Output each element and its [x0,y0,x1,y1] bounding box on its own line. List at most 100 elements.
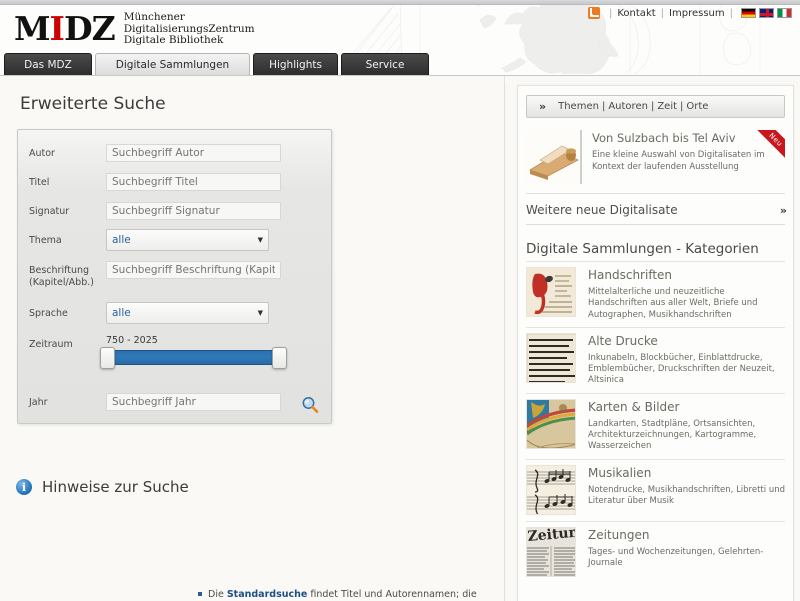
site-header: MIDZ Münchener DigitalisierungsZentrum D… [0,0,800,84]
field-row-zeitraum: Zeitraum 750 - 2025 [18,335,333,369]
category-body: Handschriften Mittelalterliche und neuze… [576,267,785,321]
mdz-logo[interactable]: MIDZ Münchener DigitalisierungsZentrum D… [14,11,255,47]
select-thema-value: alle [112,234,131,246]
category-row-zeitungen[interactable]: Zeitun Zeitungen Tages- und Wochenzeitun… [526,520,785,583]
search-magnifier-icon[interactable] [301,396,319,414]
utility-bar: | Kontakt | Impressum | [588,7,792,19]
logo-letter-m: M [14,9,51,48]
field-row-beschriftung: Beschriftung (Kapitel/Abb.) [18,261,333,289]
right-sidebar: » Themen | Autoren | Zeit | Orte Von Sulzbach [506,76,800,601]
category-title: Musikalien [588,465,652,480]
rss-icon[interactable] [588,7,600,19]
zeitraum-slider-track[interactable] [100,347,287,369]
main-content: Erweiterte Suche Autor Titel Signatur Th… [0,76,505,601]
category-body: Alte Drucke Inkunabeln, Blockbücher, Ein… [576,333,785,387]
chevron-down-icon: ▼ [257,236,263,244]
logo-letter-i: I [49,9,65,48]
input-titel[interactable] [106,173,281,191]
facet-sep-1: | [601,101,606,112]
category-title: Zeitungen [588,527,650,542]
label-zeitraum: Zeitraum [29,339,73,350]
facet-links: Themen | Autoren | Zeit | Orte [558,101,708,112]
category-title: Handschriften [588,268,673,282]
chevron-down-icon: ▼ [257,309,263,317]
karten-bilder-thumbnail [526,398,576,449]
category-title: Karten & Bilder [588,399,680,414]
select-thema[interactable]: alle ▼ [106,229,269,251]
facet-navigation-bar[interactable]: » Themen | Autoren | Zeit | Orte [526,95,785,118]
category-description: Landkarten, Stadtpläne, Ortsansichten, A… [588,418,757,452]
logo-line-3: Digitale Bibliothek [123,34,224,47]
label-sprache: Sprache [29,308,68,319]
weitere-digitalisate-link[interactable]: Weitere neue Digitalisate » [526,203,787,225]
facet-link-zeit[interactable]: Zeit [657,101,677,112]
field-row-autor: Autor [18,144,333,162]
category-row-alte-drucke[interactable]: Alte Drucke Inkunabeln, Blockbücher, Ein… [526,326,785,393]
double-chevron-right-icon: » [539,100,546,113]
category-body: Zeitungen Tages- und Wochenzeitungen, Ge… [576,527,785,577]
promo-item[interactable]: Von Sulzbach bis Tel Aviv Eine kleine Au… [526,130,785,194]
input-beschriftung[interactable] [106,261,281,279]
hinweis-text-standardsuche: Standardsuche [226,589,308,600]
handschriften-thumbnail [526,267,576,317]
input-jahr[interactable] [106,393,281,411]
advanced-search-form: Autor Titel Signatur Thema alle ▼ [17,129,332,424]
input-signatur[interactable] [106,202,281,220]
field-row-jahr: Jahr [18,393,333,411]
hinweis-text-a: Die [208,589,227,600]
field-row-sprache: Sprache alle ▼ [18,302,333,324]
hinweise-title: Hinweise zur Suche [42,478,189,496]
select-sprache-value: alle [112,307,131,319]
main-navigation: Das MDZ Digitale Sammlungen Highlights S… [4,53,429,75]
zeitraum-slider-handle-max[interactable] [272,347,287,369]
flag-de-icon[interactable] [741,8,756,18]
zeitungen-thumbnail: Zeitun [526,526,576,577]
label-signatur: Signatur [29,206,70,217]
facet-link-orte[interactable]: Orte [686,101,708,112]
flag-it-icon[interactable] [777,8,792,18]
field-row-titel: Titel [18,173,333,191]
utility-divider-1: | [609,7,613,19]
promo-title: Von Sulzbach bis Tel Aviv [592,131,736,145]
kategorien-heading: Digitale Sammlungen - Kategorien [526,241,759,257]
category-row-handschriften[interactable]: Handschriften Mittelalterliche und neuze… [526,261,785,327]
nav-tab-highlights[interactable]: Highlights [253,53,338,75]
promo-text: Von Sulzbach bis Tel Aviv Eine kleine Au… [582,130,785,184]
window-top-bar [0,0,800,5]
mdz-logo-subtitle: Münchener DigitalisierungsZentrum Digita… [123,11,255,47]
nav-tab-das-mdz[interactable]: Das MDZ [4,53,92,75]
bullet-marker [198,592,202,596]
weitere-label: Weitere neue Digitalisate [526,203,678,217]
impressum-link[interactable]: Impressum [669,8,725,19]
category-row-musikalien[interactable]: Musikalien Notendrucke, Musikhandschrift… [526,458,785,521]
logo-line-1: Münchener [123,11,185,23]
label-jahr: Jahr [29,397,48,408]
category-body: Karten & Bilder Landkarten, Stadtpläne, … [576,399,785,453]
utility-divider-3: | [729,7,733,19]
category-description: Tages- und Wochenzeitungen, Gelehrten-Jo… [588,546,764,568]
zeitraum-slider-group: 750 - 2025 [100,335,287,369]
promo-description: Eine kleine Auswahl von Digitalisaten im… [592,150,765,172]
facet-link-autoren[interactable]: Autoren [608,101,648,112]
hinweise-header: i Hinweise zur Suche [16,478,189,496]
category-body: Musikalien Notendrucke, Musikhandschrift… [576,465,785,515]
facet-link-themen[interactable]: Themen [558,101,599,112]
field-row-thema: Thema alle ▼ [18,229,333,251]
select-sprache[interactable]: alle ▼ [106,302,269,324]
nav-tab-digitale-sammlungen[interactable]: Digitale Sammlungen [95,53,250,75]
facet-sep-3: | [680,101,684,112]
field-row-signatur: Signatur [18,202,333,220]
label-autor: Autor [29,148,55,159]
zeitraum-slider-handle-min[interactable] [100,347,115,369]
info-icon: i [16,479,32,495]
category-row-karten-bilder[interactable]: Karten & Bilder Landkarten, Stadtpläne, … [526,392,785,459]
utility-divider-2: | [660,7,665,19]
flag-gb-icon[interactable] [759,8,774,18]
label-beschriftung: Beschriftung (Kapitel/Abb.) [18,261,106,289]
nav-tab-service[interactable]: Service [341,53,429,75]
category-description: Inkunabeln, Blockbücher, Einblattdrucke,… [588,352,775,386]
input-autor[interactable] [106,144,281,162]
hinweis-text-c: findet Titel und Autorennamen; die [307,589,477,600]
alte-drucke-thumbnail [526,332,576,383]
kontakt-link[interactable]: Kontakt [617,8,655,19]
